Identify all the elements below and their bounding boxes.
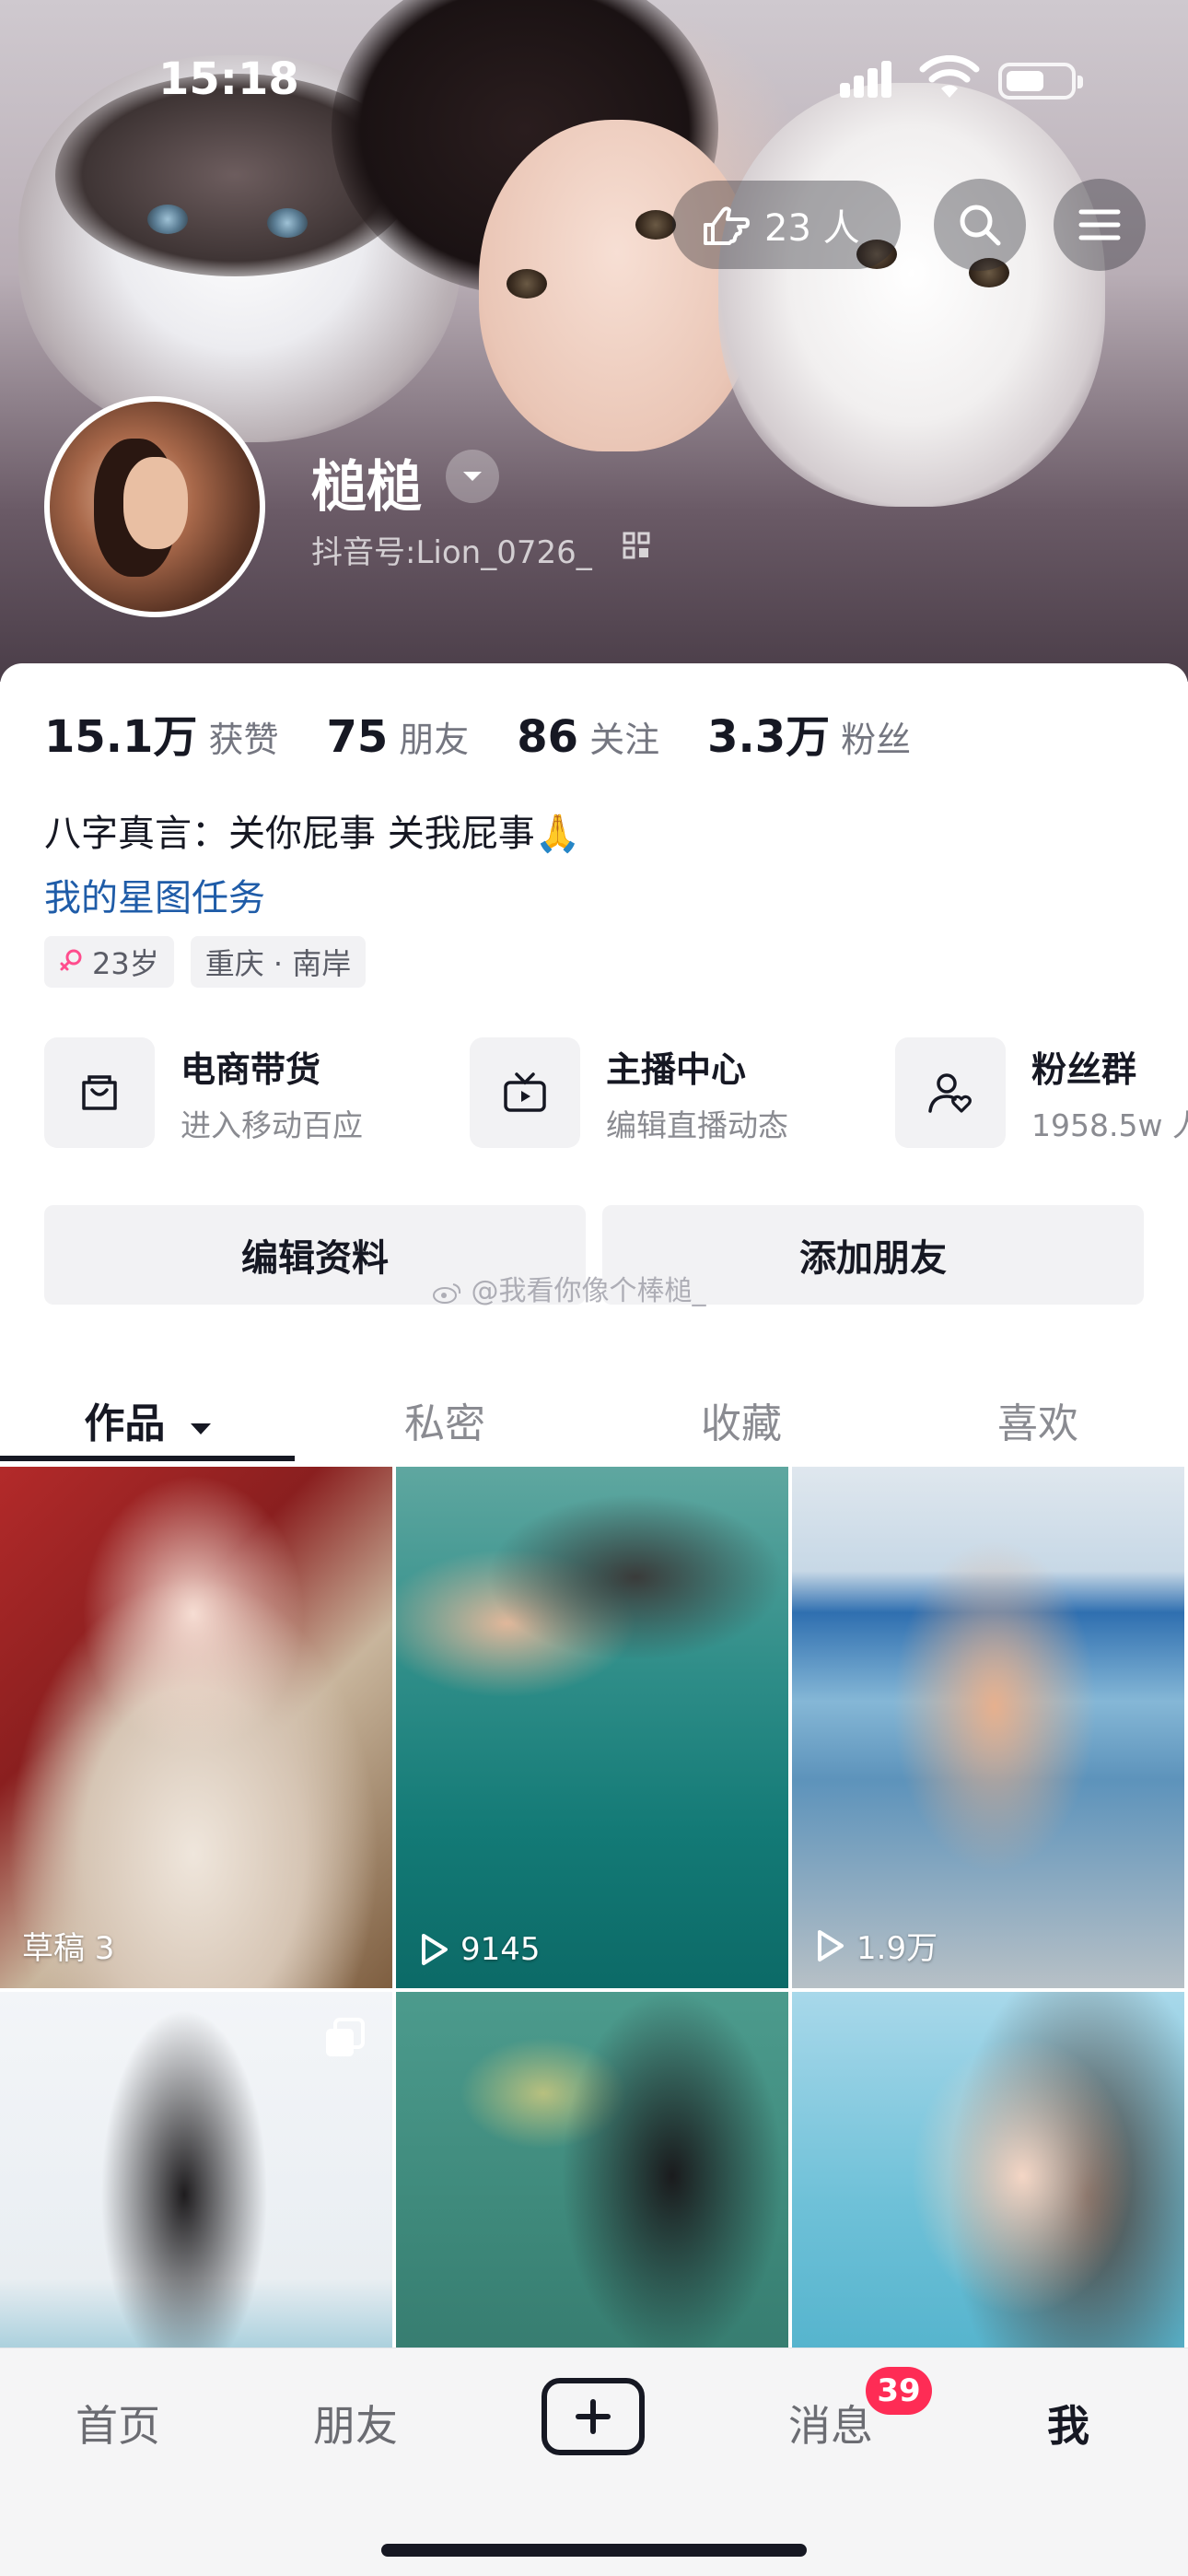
caret-down-icon — [190, 1423, 211, 1434]
tab-favorites[interactable]: 收藏 — [593, 1382, 890, 1470]
bio-text[interactable]: 八字真言：关你屁事 关我屁事🙏 — [44, 803, 581, 857]
bottom-navigation: 首页 朋友 消息 39 我 — [0, 2348, 1188, 2576]
messages-badge: 39 — [866, 2367, 932, 2415]
multi-image-icon — [326, 2018, 365, 2056]
hand-pointing-icon — [704, 206, 750, 245]
stat-label: 朋友 — [399, 720, 470, 760]
star-task-link[interactable]: 我的星图任务 — [44, 868, 265, 921]
nav-home[interactable]: 首页 — [26, 2393, 210, 2453]
tab-likes[interactable]: 喜欢 — [890, 1382, 1186, 1470]
cover-person-eye — [507, 269, 547, 299]
cover-person-eye — [635, 210, 676, 240]
menu-button[interactable] — [1054, 179, 1146, 271]
service-subtitle: 1958.5w 人 — [1031, 1107, 1188, 1143]
profile-stats: 15.1万 获赞 75 朋友 86 关注 3.3万 粉丝 — [44, 700, 959, 765]
visitors-count: 23 人 — [764, 207, 860, 250]
stat-label: 关注 — [589, 720, 660, 760]
service-entries: 电商带货 进入移动百应 主播中心 编辑直播动态 粉丝群 1958.5w 人 — [44, 1037, 1188, 1150]
video-thumbnail-drafts[interactable]: 草稿 3 — [0, 1467, 392, 1988]
profile-tags: 23岁 重庆 · 南岸 — [44, 936, 382, 988]
stat-followers[interactable]: 3.3万 粉丝 — [707, 700, 911, 765]
cover-cat-eye — [147, 205, 188, 234]
chevron-down-icon — [463, 472, 482, 481]
nav-friends[interactable]: 朋友 — [263, 2393, 448, 2453]
play-icon — [818, 1929, 844, 1961]
video-thumbnail[interactable]: 9145 — [396, 1467, 788, 1988]
age-text: 23岁 — [92, 946, 159, 981]
qr-code-icon[interactable] — [623, 532, 650, 559]
visitors-button[interactable]: 23 人 — [672, 181, 901, 269]
shopping-bag-icon — [44, 1037, 155, 1148]
stat-friends[interactable]: 75 朋友 — [326, 711, 469, 763]
hamburger-menu-icon — [1078, 209, 1121, 240]
avatar[interactable] — [44, 396, 265, 617]
age-tag: 23岁 — [44, 936, 174, 988]
watermark-text: @我看你像个棒槌_ — [471, 1275, 706, 1307]
profile-screen: 15:18 23 人 槌槌 抖音号:Lion_0726_ 15.1万 获赞 75… — [0, 0, 1188, 2576]
video-play-count: 9145 — [418, 1931, 541, 1968]
watermark: @我看你像个棒槌_ — [433, 1268, 706, 1308]
search-icon — [960, 205, 1001, 246]
drafts-label: 草稿 3 — [22, 1930, 115, 1967]
stat-label: 获赞 — [208, 720, 279, 760]
wifi-icon — [919, 55, 980, 98]
weibo-icon — [433, 1282, 461, 1304]
stat-number: 75 — [326, 711, 389, 763]
stat-number: 3.3万 — [707, 711, 831, 763]
stat-label: 粉丝 — [841, 720, 912, 760]
home-indicator[interactable] — [381, 2544, 807, 2557]
video-play-count: 1.9万 — [814, 1923, 938, 1968]
service-ecommerce[interactable]: 电商带货 进入移动百应 — [44, 1037, 363, 1148]
tab-active-indicator — [0, 1456, 295, 1461]
play-count-text: 1.9万 — [856, 1930, 938, 1967]
location-tag: 重庆 · 南岸 — [190, 936, 367, 988]
video-thumbnail[interactable]: 1.9万 — [792, 1467, 1184, 1988]
stat-number: 86 — [517, 711, 579, 763]
create-button[interactable] — [542, 2378, 645, 2455]
user-heart-icon — [895, 1037, 1006, 1148]
search-button[interactable] — [934, 179, 1026, 271]
stat-following[interactable]: 86 关注 — [517, 711, 659, 763]
tab-private[interactable]: 私密 — [297, 1382, 593, 1470]
cover-cat-eye — [267, 208, 308, 238]
service-subtitle: 进入移动百应 — [181, 1107, 363, 1143]
account-switch-button[interactable] — [446, 450, 499, 503]
battery-icon — [998, 63, 1083, 100]
nickname[interactable]: 槌槌 — [311, 442, 422, 522]
play-icon — [422, 1934, 448, 1965]
service-subtitle: 编辑直播动态 — [606, 1107, 788, 1143]
service-title: 电商带货 — [181, 1048, 321, 1090]
tv-icon — [470, 1037, 580, 1148]
plus-icon — [576, 2399, 611, 2434]
douyin-id[interactable]: 抖音号:Lion_0726_ — [311, 527, 592, 572]
cellular-signal-icon — [840, 61, 893, 98]
female-icon — [60, 949, 82, 971]
play-count-text: 9145 — [460, 1931, 541, 1968]
status-bar: 15:18 — [0, 0, 1188, 157]
status-time: 15:18 — [158, 53, 299, 105]
nav-me[interactable]: 我 — [976, 2393, 1160, 2453]
tab-label: 作品 — [84, 1400, 166, 1447]
service-fan-group[interactable]: 粉丝群 1958.5w 人 — [895, 1037, 1188, 1148]
service-title: 粉丝群 — [1031, 1048, 1137, 1090]
service-live-center[interactable]: 主播中心 编辑直播动态 — [470, 1037, 788, 1148]
service-title: 主播中心 — [606, 1048, 747, 1090]
stat-likes: 15.1万 获赞 — [44, 700, 278, 765]
profile-card: 15.1万 获赞 75 朋友 86 关注 3.3万 粉丝 八字真言：关你屁事 关… — [0, 663, 1188, 2576]
stat-number: 15.1万 — [44, 711, 198, 763]
